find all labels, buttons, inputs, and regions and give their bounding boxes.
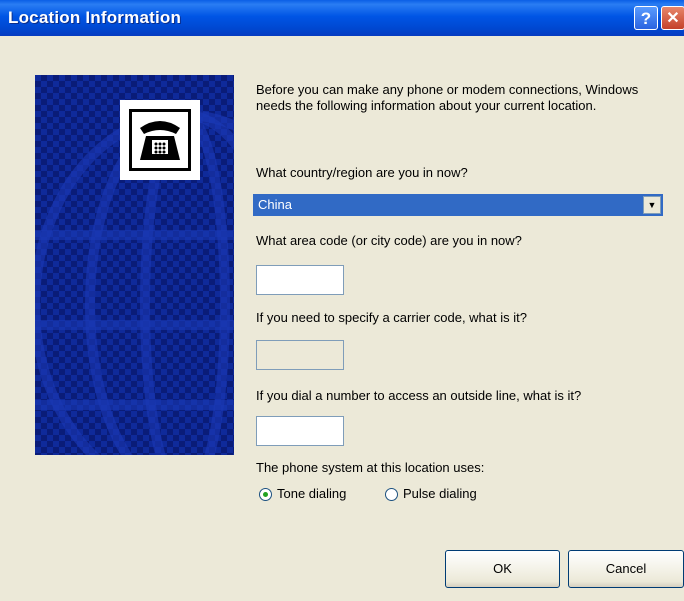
- area-code-label: What area code (or city code) are you in…: [256, 233, 522, 248]
- tone-dialing-label[interactable]: Tone dialing: [277, 486, 346, 501]
- radio-selected-dot: [263, 492, 268, 497]
- outside-line-input[interactable]: [256, 416, 344, 446]
- intro-text: Before you can make any phone or modem c…: [256, 82, 639, 113]
- pulse-dialing-radio[interactable]: [385, 488, 398, 501]
- country-label: What country/region are you in now?: [256, 165, 468, 180]
- telephone-icon: [129, 109, 191, 171]
- close-icon[interactable]: ✕: [661, 6, 684, 30]
- help-icon[interactable]: ?: [634, 6, 658, 30]
- country-select[interactable]: China ▼: [253, 194, 663, 216]
- cancel-button[interactable]: Cancel: [568, 550, 684, 588]
- ok-button[interactable]: OK: [445, 550, 560, 588]
- carrier-code-input[interactable]: [256, 340, 344, 370]
- side-banner-image: [35, 75, 234, 455]
- country-selected-value: China: [258, 197, 292, 212]
- telephone-icon-frame: [120, 100, 200, 180]
- dialing-label: The phone system at this location uses:: [256, 460, 485, 475]
- area-code-input[interactable]: [256, 265, 344, 295]
- pulse-dialing-label[interactable]: Pulse dialing: [403, 486, 477, 501]
- tone-dialing-radio[interactable]: [259, 488, 272, 501]
- chevron-down-icon[interactable]: ▼: [643, 196, 661, 214]
- outside-line-label: If you dial a number to access an outsid…: [256, 388, 582, 403]
- title-bar[interactable]: Location Information ? ✕: [0, 0, 684, 36]
- window-title: Location Information: [8, 8, 182, 27]
- carrier-code-label: If you need to specify a carrier code, w…: [256, 310, 527, 325]
